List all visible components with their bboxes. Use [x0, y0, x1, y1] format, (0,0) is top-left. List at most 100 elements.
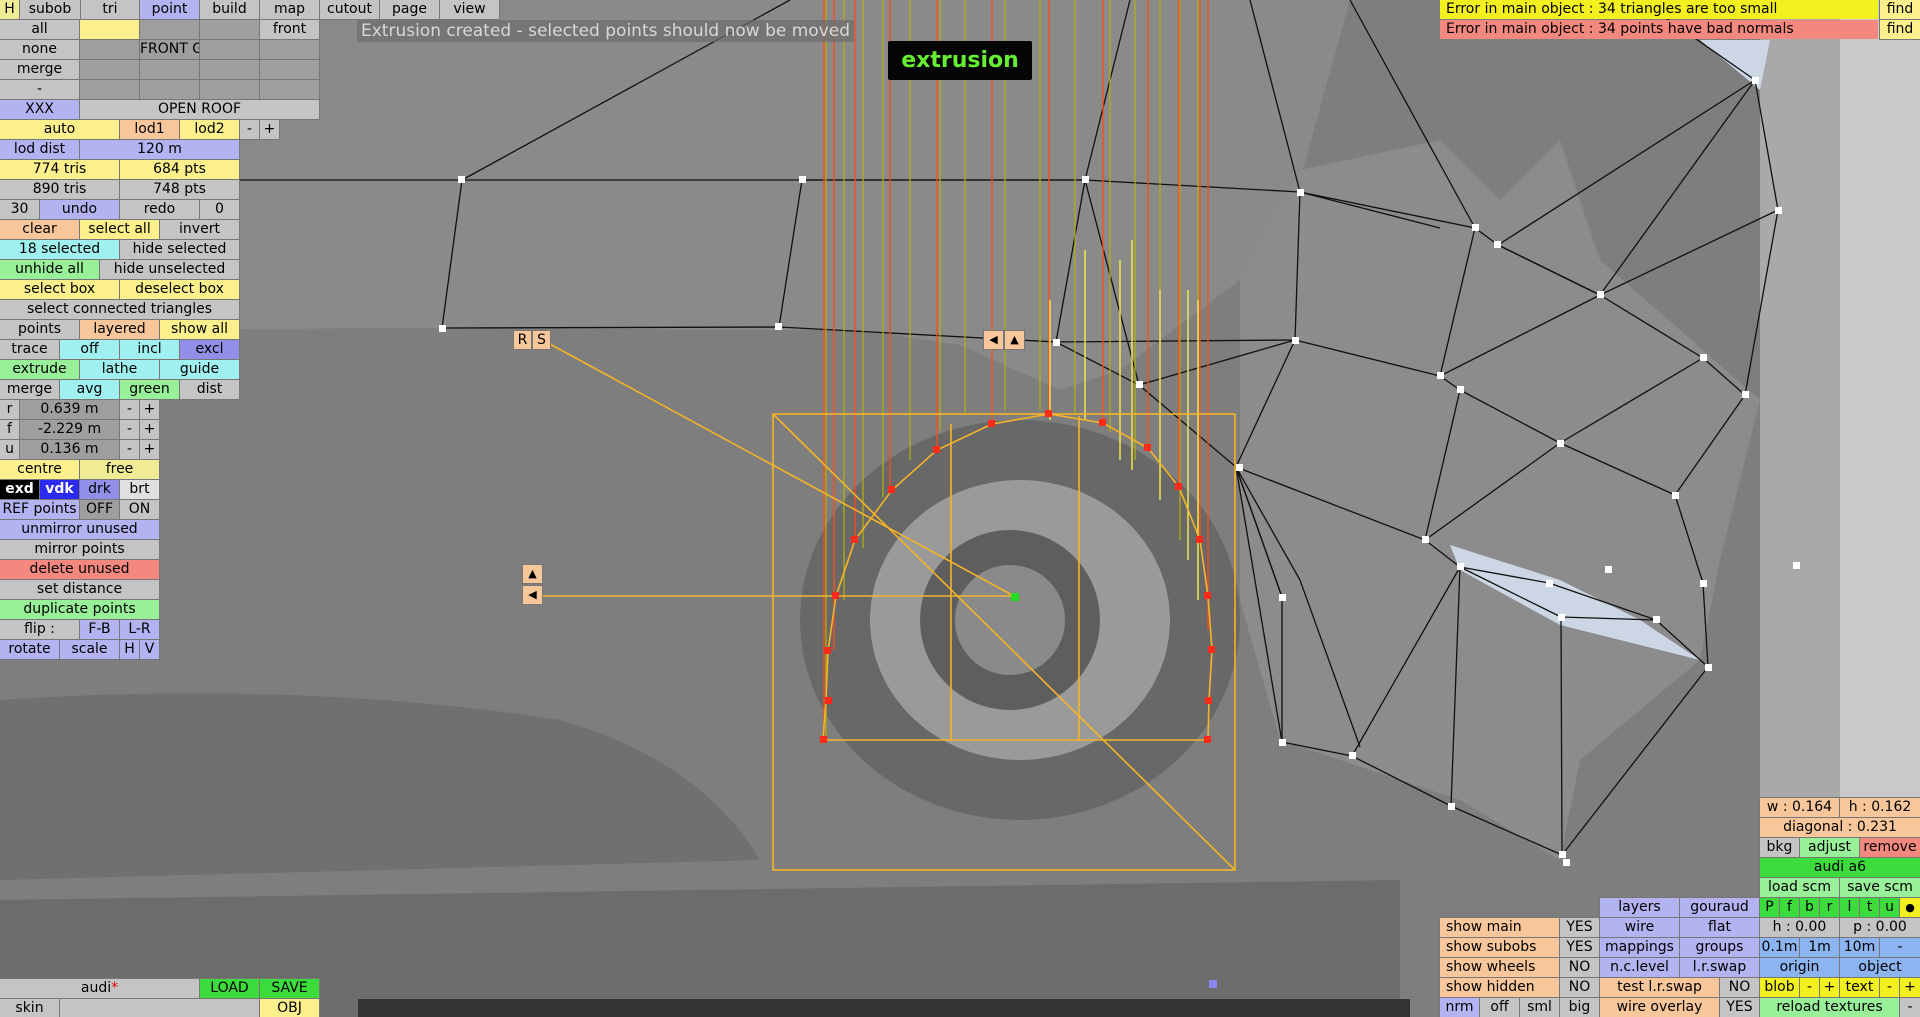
view-drk-button[interactable]: drk [79, 479, 120, 500]
menu-subob[interactable]: subob [19, 0, 81, 20]
trace-incl-button[interactable]: incl [119, 339, 180, 360]
lod1-button[interactable]: lod1 [119, 119, 180, 140]
undo-button[interactable]: undo [39, 199, 120, 220]
trace-button[interactable]: trace [0, 339, 60, 360]
normals-off-button[interactable]: off [1479, 997, 1520, 1017]
step-minus-button[interactable]: - [1879, 937, 1920, 958]
show-main-value[interactable]: YES [1559, 917, 1600, 938]
lod-dist-value[interactable]: 120 m [79, 139, 240, 160]
show-wheels-value[interactable]: NO [1559, 957, 1600, 978]
normals-big-button[interactable]: big [1559, 997, 1600, 1017]
step-0-1m-button[interactable]: 0.1m [1759, 937, 1800, 958]
clear-button[interactable]: clear [0, 219, 80, 240]
trace-off-button[interactable]: off [59, 339, 120, 360]
flat-button[interactable]: flat [1679, 917, 1760, 938]
layered-mode-button[interactable]: layered [79, 319, 160, 340]
normals-nrm-button[interactable]: nrm [1439, 997, 1480, 1017]
show-hidden-value[interactable]: NO [1559, 977, 1600, 998]
save-button[interactable]: SAVE [259, 978, 320, 999]
test-lr-swap-button[interactable]: test l.r.swap [1599, 977, 1720, 998]
front-g-slot[interactable]: FRONT G [139, 39, 200, 60]
layers-button[interactable]: layers [1599, 897, 1680, 918]
lod-plus-button[interactable]: + [259, 119, 280, 140]
xxx-button[interactable]: XXX [0, 99, 80, 120]
blob-plus-button[interactable]: + [1819, 977, 1840, 998]
view-p-button[interactable]: P [1759, 897, 1780, 918]
color-slot-4[interactable] [79, 39, 140, 60]
color-slot-2[interactable] [139, 19, 200, 40]
coord-r-value[interactable]: 0.639 m [19, 399, 120, 420]
open-roof-button[interactable]: OPEN ROOF [79, 99, 320, 120]
view-f-button[interactable]: f [1779, 897, 1800, 918]
groups-button[interactable]: groups [1679, 937, 1760, 958]
menu-map[interactable]: map [259, 0, 320, 20]
color-slot-10[interactable] [259, 59, 320, 80]
menu-page[interactable]: page [379, 0, 440, 20]
color-slot-9[interactable] [199, 59, 260, 80]
coord-f-value[interactable]: -2.229 m [19, 419, 120, 440]
blob-button[interactable]: blob [1759, 977, 1800, 998]
h-button[interactable]: H [0, 0, 20, 20]
delete-unused-button[interactable]: delete unused [0, 559, 160, 580]
coord-f-plus[interactable]: + [139, 419, 160, 440]
coord-u-value[interactable]: 0.136 m [19, 439, 120, 460]
find-button-2[interactable]: find [1879, 19, 1920, 40]
points-mode-button[interactable]: points [0, 319, 80, 340]
move-left-handle-2[interactable]: ◀ [522, 585, 543, 605]
front-button[interactable]: front [259, 19, 320, 40]
remove-button[interactable]: remove [1859, 837, 1920, 858]
view-brt-button[interactable]: brt [119, 479, 160, 500]
select-box-button[interactable]: select box [0, 279, 120, 300]
invert-button[interactable]: invert [159, 219, 240, 240]
text-button[interactable]: text [1839, 977, 1880, 998]
h-button-2[interactable]: H [119, 639, 140, 660]
select-all-points-button[interactable]: select all [79, 219, 160, 240]
view-vdk-button[interactable]: vdk [39, 479, 80, 500]
text-plus-button[interactable]: + [1899, 977, 1920, 998]
mappings-button[interactable]: mappings [1599, 937, 1680, 958]
extrude-button[interactable]: extrude [0, 359, 80, 380]
hide-unselected-button[interactable]: hide unselected [99, 259, 240, 280]
color-slot-8[interactable] [139, 59, 200, 80]
ref-points-on[interactable]: ON [119, 499, 160, 520]
coord-f-minus[interactable]: - [119, 419, 140, 440]
merge-points-button[interactable]: merge [0, 379, 60, 400]
step-1m-button[interactable]: 1m [1799, 937, 1840, 958]
flip-lr-button[interactable]: L-R [119, 619, 160, 640]
origin-button[interactable]: origin [1759, 957, 1840, 978]
show-hidden-button[interactable]: show hidden [1439, 977, 1560, 998]
text-minus-button[interactable]: - [1879, 977, 1900, 998]
coord-u-minus[interactable]: - [119, 439, 140, 460]
color-slot-7[interactable] [79, 59, 140, 80]
dist-button[interactable]: dist [179, 379, 240, 400]
menu-view[interactable]: view [439, 0, 500, 20]
rotate-button[interactable]: rotate [0, 639, 60, 660]
color-slot-12[interactable] [139, 79, 200, 100]
select-all-button[interactable]: all [0, 19, 80, 40]
filename-field[interactable]: audi* [0, 978, 200, 999]
select-connected-button[interactable]: select connected triangles [0, 299, 240, 320]
color-slot-3[interactable] [199, 19, 260, 40]
view-b-button[interactable]: b [1799, 897, 1820, 918]
show-subobs-button[interactable]: show subobs [1439, 937, 1560, 958]
redo-button[interactable]: redo [119, 199, 200, 220]
save-scm-button[interactable]: save scm [1839, 877, 1920, 898]
scale-handle[interactable]: S [532, 330, 551, 350]
show-subobs-value[interactable]: YES [1559, 937, 1600, 958]
view-exd-button[interactable]: exd [0, 479, 40, 500]
lod2-button[interactable]: lod2 [179, 119, 240, 140]
pivot-centre-button[interactable]: centre [0, 459, 80, 480]
view-t-button[interactable]: t [1859, 897, 1880, 918]
scale-button[interactable]: scale [59, 639, 120, 660]
reload-textures-button[interactable]: reload textures [1759, 997, 1900, 1017]
lod-minus-button[interactable]: - [239, 119, 260, 140]
v-button[interactable]: V [139, 639, 160, 660]
flip-fb-button[interactable]: F-B [79, 619, 120, 640]
menu-build[interactable]: build [199, 0, 260, 20]
view-u-button[interactable]: u [1879, 897, 1900, 918]
lr-swap-button[interactable]: l.r.swap [1679, 957, 1760, 978]
3d-viewport[interactable] [0, 0, 1920, 1017]
obj-button[interactable]: OBJ [259, 998, 320, 1017]
move-up-handle[interactable]: ▲ [1004, 330, 1025, 350]
color-slot-6[interactable] [259, 39, 320, 60]
